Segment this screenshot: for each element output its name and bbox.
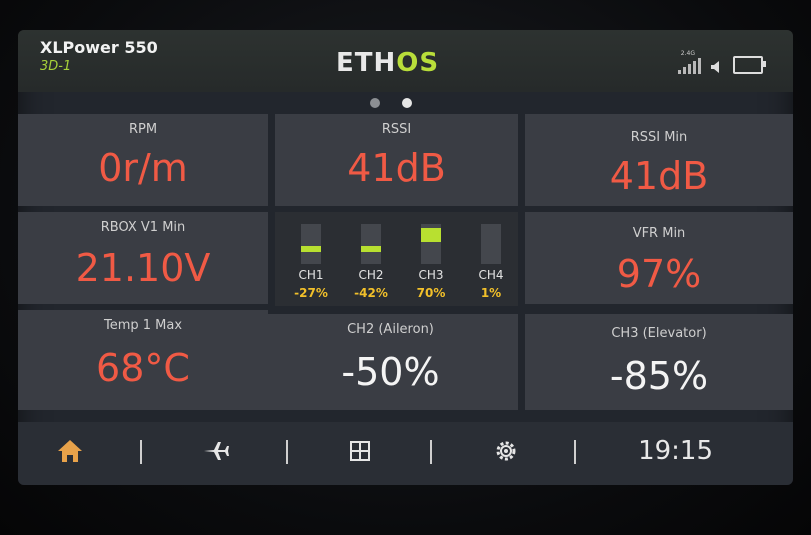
battery-icon [733, 56, 766, 74]
status-icons [678, 56, 766, 74]
widget-rssi-min[interactable]: RSSI Min 41dB [525, 114, 793, 206]
layout-icon [350, 441, 370, 461]
widget-title: RBOX V1 Min [100, 220, 186, 235]
page-indicator[interactable] [370, 98, 412, 108]
logo-text-left: ETH [336, 48, 397, 78]
channel-bar-fill [301, 246, 321, 252]
widget-ch2-aileron[interactable]: CH2 (Aileron) -50% [263, 314, 518, 410]
widget-value: 97% [616, 252, 702, 296]
widget-title: VFR Min [632, 226, 686, 241]
model-subtitle: 3D-1 [40, 59, 72, 74]
channel-percent: 70% [416, 286, 446, 300]
widget-title: RPM [128, 122, 158, 137]
widget-temp[interactable]: Temp 1 Max 68°C [18, 310, 268, 410]
widget-title: CH2 (Aileron) [347, 322, 434, 337]
channel-percent: 1% [480, 286, 502, 300]
channel-bar-track [421, 224, 441, 264]
channel-name: CH4 [478, 268, 504, 282]
home-icon [58, 440, 82, 462]
widget-vfr-min[interactable]: VFR Min 97% [525, 212, 793, 304]
widget-title: RSSI [381, 122, 412, 137]
channel-bar-fill [361, 246, 381, 252]
channel-name: CH3 [418, 268, 444, 282]
speaker-icon [711, 61, 719, 73]
widget-value: 21.10V [75, 246, 211, 290]
screen: XLPower 550 3D-1 ETHOS 2.4G RPM 0r/m RSS… [18, 30, 793, 485]
widget-title: RSSI Min [630, 130, 688, 145]
top-bar: XLPower 550 3D-1 ETHOS 2.4G [18, 30, 793, 92]
gear-icon [496, 441, 516, 461]
bottom-nav: 19:15 [18, 422, 793, 485]
widget-ch3-elevator[interactable]: CH3 (Elevator) -85% [525, 314, 793, 410]
nav-separator [286, 440, 288, 464]
nav-separator [574, 440, 576, 464]
widget-rbox[interactable]: RBOX V1 Min 21.10V [18, 212, 268, 304]
channel-bar-track [481, 224, 501, 264]
layout-button[interactable] [342, 436, 378, 466]
widget-channels[interactable]: CH1 -27% CH2 -42% CH3 70% CH4 1% [275, 212, 518, 306]
ethos-logo: ETHOS [336, 48, 439, 78]
widget-value: 68°C [96, 346, 190, 390]
channel-name: CH1 [298, 268, 324, 282]
widget-value: 41dB [347, 146, 446, 190]
widget-rpm[interactable]: RPM 0r/m [18, 114, 268, 206]
logo-text-right: OS [396, 48, 440, 78]
widget-value: 0r/m [98, 146, 188, 190]
clock: 19:15 [638, 436, 713, 466]
page-dot-1[interactable] [370, 98, 380, 108]
channel-percent: -42% [354, 286, 388, 300]
signal-icon [678, 58, 701, 74]
widget-value: 41dB [609, 154, 709, 198]
widget-value: -50% [341, 350, 440, 394]
home-button[interactable] [52, 436, 88, 466]
airplane-icon [204, 442, 229, 460]
channel-name: CH2 [358, 268, 384, 282]
widget-rssi[interactable]: RSSI 41dB [275, 114, 518, 206]
settings-button[interactable] [488, 436, 524, 466]
channel-percent: -27% [294, 286, 328, 300]
nav-separator [140, 440, 142, 464]
channel-bar-track [361, 224, 381, 264]
page-dot-2[interactable] [402, 98, 412, 108]
model-button[interactable] [198, 436, 234, 466]
widget-title: Temp 1 Max [103, 318, 183, 333]
channel-bar-track [301, 224, 321, 264]
nav-separator [430, 440, 432, 464]
channel-bar-fill [421, 228, 441, 242]
model-name[interactable]: XLPower 550 [40, 38, 158, 57]
widget-value: -85% [609, 354, 709, 398]
widget-title: CH3 (Elevator) [611, 326, 707, 341]
